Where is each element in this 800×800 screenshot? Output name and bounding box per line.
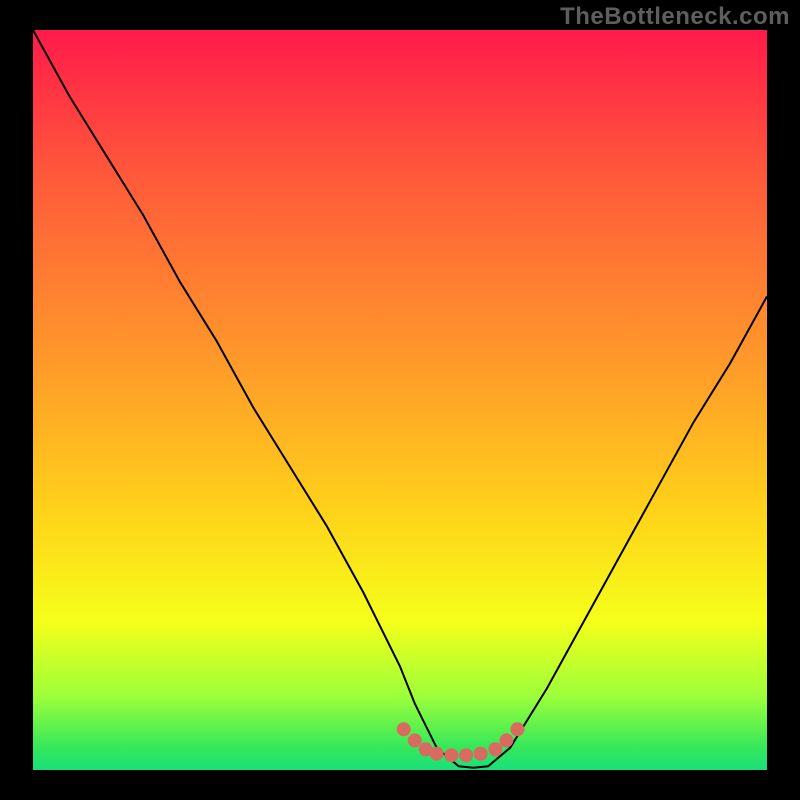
bottleneck-chart — [0, 0, 800, 800]
watermark-text: TheBottleneck.com — [560, 3, 790, 31]
plot-background — [33, 30, 767, 770]
